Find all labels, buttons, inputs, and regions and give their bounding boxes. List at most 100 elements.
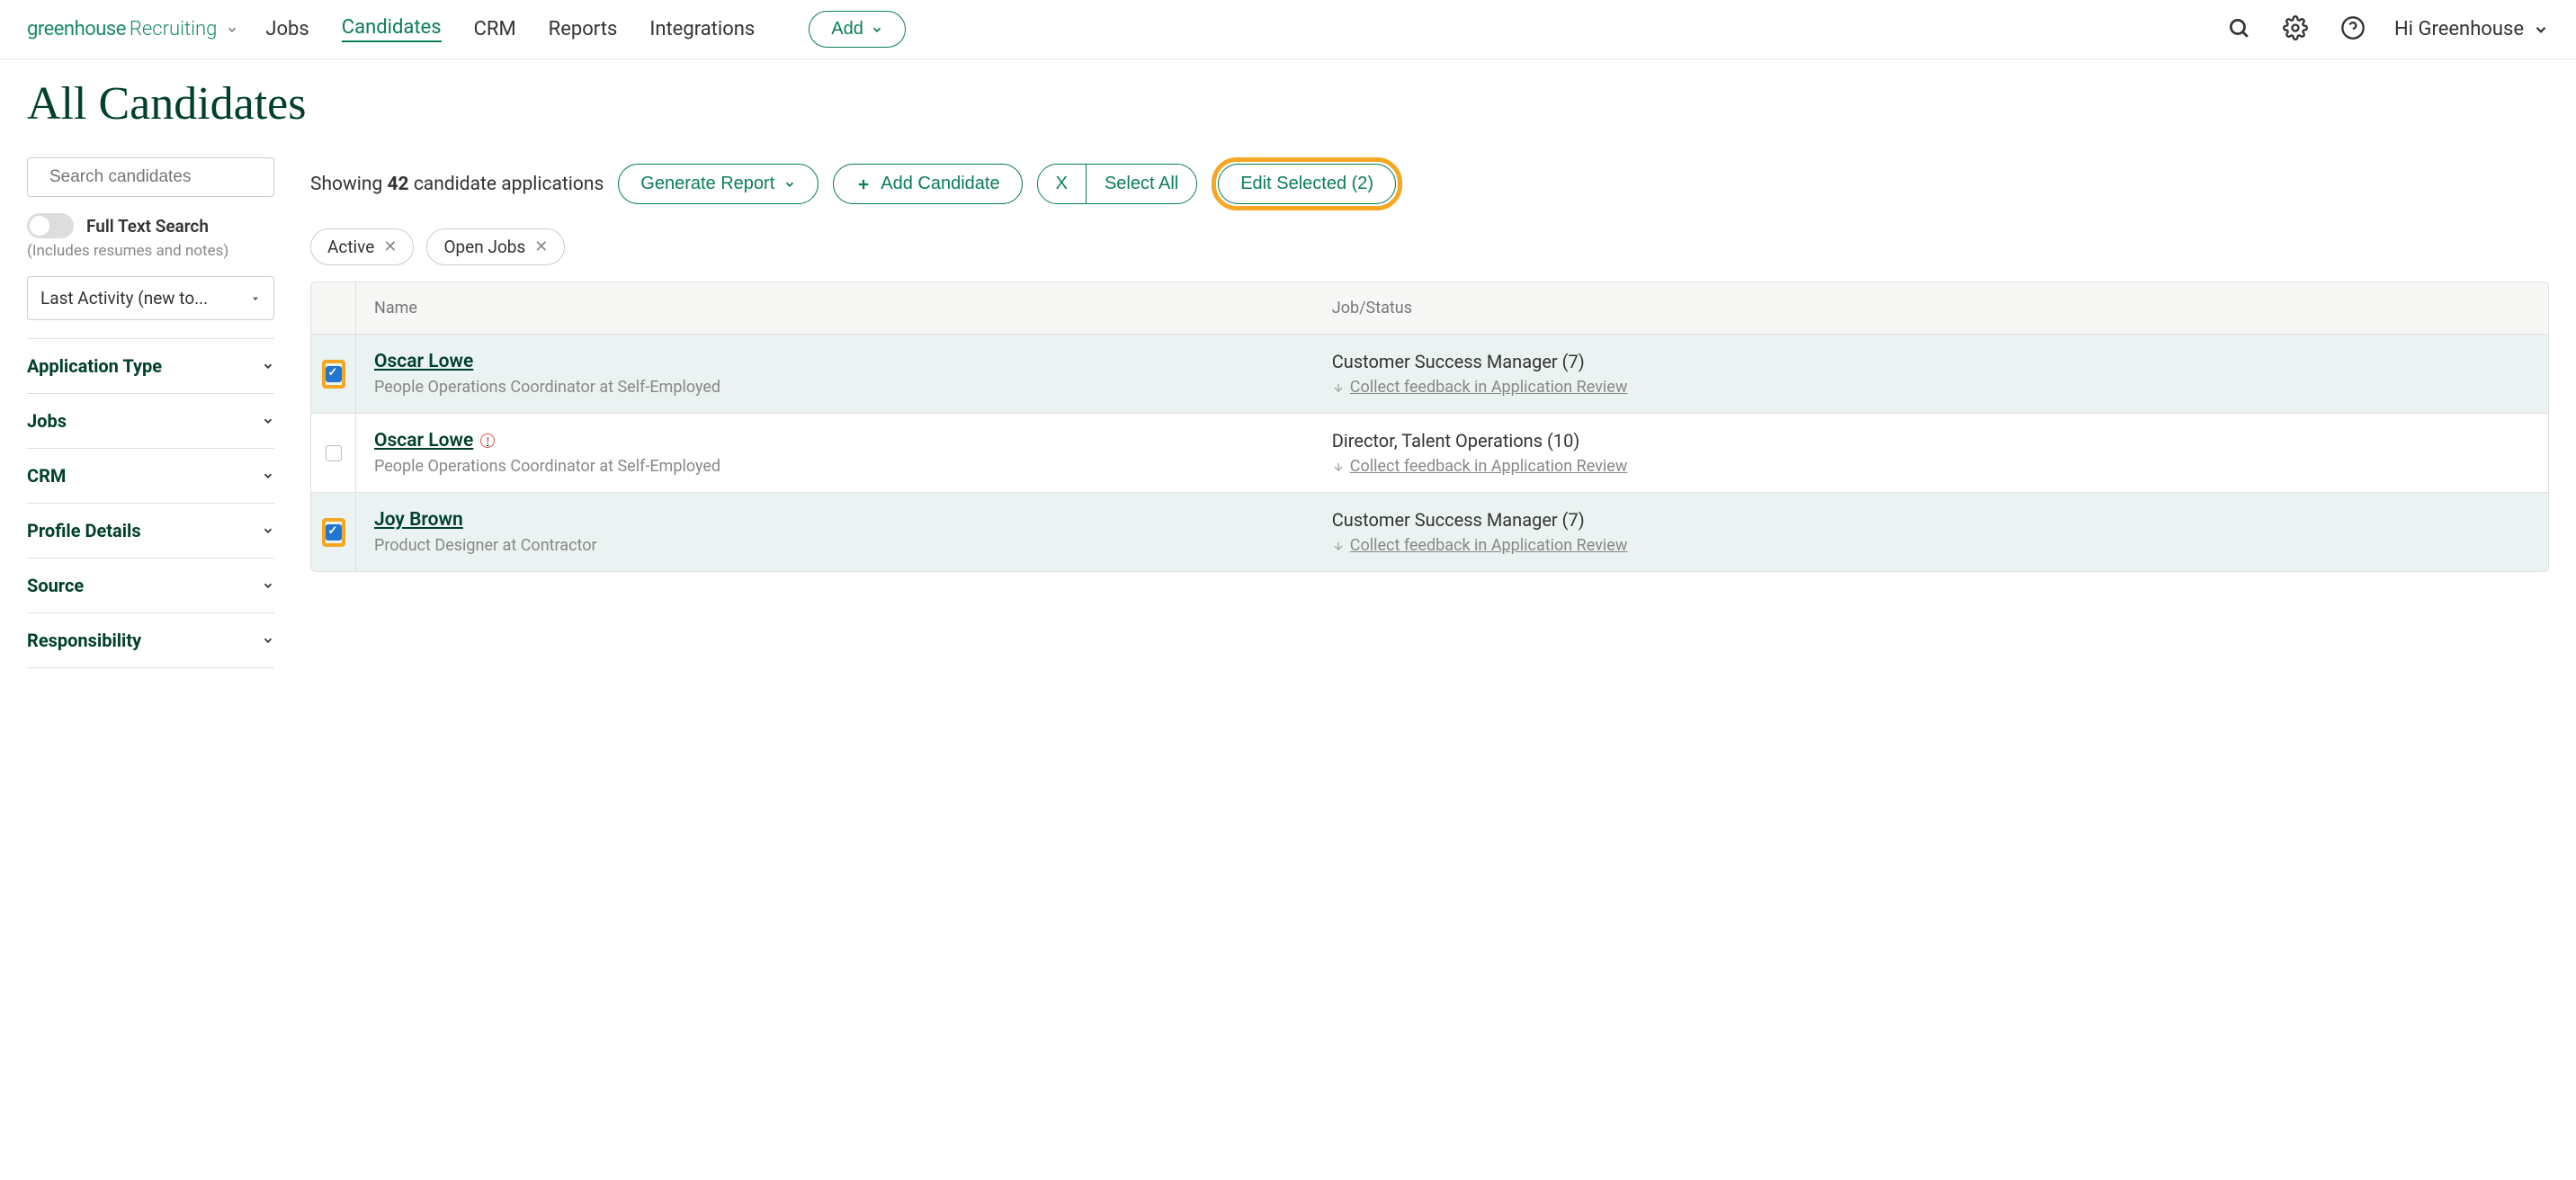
filter-label: CRM [27,465,66,487]
showing-suffix: candidate applications [409,174,604,195]
chip-active[interactable]: Active ✕ [310,228,414,265]
nav-reports[interactable]: Reports [549,18,618,40]
full-text-toggle[interactable] [27,213,74,238]
job-status: Collect feedback in Application Review [1332,378,2530,397]
close-icon[interactable]: ✕ [534,237,548,256]
job-status: Collect feedback in Application Review [1332,536,2530,555]
chip-open-jobs[interactable]: Open Jobs ✕ [426,228,565,265]
filter-profile-details[interactable]: Profile Details [27,503,274,558]
edit-selected-label: Edit Selected (2) [1240,174,1373,194]
showing-prefix: Showing [310,174,388,195]
arrow-down-icon [1332,460,1345,473]
search-input[interactable] [49,167,270,187]
name-cell: Oscar Lowe People Operations Coordinator… [356,335,1314,413]
filter-crm[interactable]: CRM [27,448,274,503]
candidate-name-link[interactable]: Oscar Lowe [374,351,473,372]
checkbox-wrap [326,439,342,468]
logo-main: greenhouse [27,18,126,40]
status-link[interactable]: Collect feedback in Application Review [1350,457,1628,476]
add-button[interactable]: Add [809,11,906,48]
chip-label: Open Jobs [443,237,525,257]
showing-count: Showing 42 candidate applications [310,174,604,195]
filter-jobs[interactable]: Jobs [27,393,274,448]
job-cell: Customer Success Manager (7) Collect fee… [1314,335,2548,413]
main-content: Showing 42 candidate applications Genera… [310,157,2549,668]
chevron-down-icon [226,23,238,36]
job-cell: Director, Talent Operations (10) Collect… [1314,414,2548,492]
job-title: Customer Success Manager (7) [1332,351,2530,372]
job-cell: Customer Success Manager (7) Collect fee… [1314,493,2548,571]
chip-label: Active [327,237,374,257]
table-row: Oscar Lowe People Operations Coordinator… [311,335,2548,414]
row-checkbox[interactable] [326,524,342,541]
job-title: Director, Talent Operations (10) [1332,430,2530,451]
edit-selected-highlight: Edit Selected (2) [1212,157,1402,210]
header-checkbox-col [311,282,356,334]
filter-label: Application Type [27,355,162,377]
add-button-label: Add [831,19,863,40]
top-nav: Jobs Candidates CRM Reports Integrations [265,16,755,42]
candidate-name-link[interactable]: Joy Brown [374,509,463,531]
sort-select[interactable]: Last Activity (new to... [27,276,274,320]
row-checkbox[interactable] [326,366,342,382]
warning-icon: ! [480,434,495,448]
nav-candidates[interactable]: Candidates [342,16,442,42]
row-checkbox-cell [311,493,356,571]
full-text-hint: (Includes resumes and notes) [27,242,274,260]
chevron-down-icon [2533,22,2549,38]
nav-jobs[interactable]: Jobs [265,18,309,40]
sidebar: Full Text Search (Includes resumes and n… [27,157,274,668]
search-candidates-box[interactable] [27,157,274,197]
count: 42 [388,174,409,195]
candidate-name-link[interactable]: Oscar Lowe! [374,430,495,451]
job-title: Customer Success Manager (7) [1332,509,2530,531]
search-icon [2227,16,2250,40]
filter-application-type[interactable]: Application Type [27,338,274,393]
header-name: Name [356,282,1314,334]
chevron-down-icon [262,415,274,427]
filter-source[interactable]: Source [27,558,274,612]
close-icon[interactable]: ✕ [383,237,397,256]
checkbox-wrap [322,518,345,547]
generate-report-label: Generate Report [640,174,774,194]
add-candidate-label: Add Candidate [881,174,999,194]
row-checkbox-cell [311,335,356,413]
table-row: Joy Brown Product Designer at Contractor… [311,493,2548,571]
row-checkbox[interactable] [326,445,342,461]
candidate-subtitle: People Operations Coordinator at Self-Em… [374,378,1296,397]
logo-sub: Recruiting [130,18,217,40]
chevron-down-icon [262,360,274,372]
arrow-down-icon [1332,540,1345,552]
select-all-button[interactable]: Select All [1087,165,1196,203]
search-icon-button[interactable] [2223,13,2254,46]
header-right: Hi Greenhouse [2223,12,2549,47]
generate-report-button[interactable]: Generate Report [618,164,818,204]
job-status: Collect feedback in Application Review [1332,457,2530,476]
checkbox-wrap [322,360,345,389]
arrow-down-icon [1332,381,1345,394]
page-title: All Candidates [0,59,2576,157]
caret-down-icon [250,293,261,304]
candidate-subtitle: People Operations Coordinator at Self-Em… [374,457,1296,476]
filter-responsibility[interactable]: Responsibility [27,612,274,668]
filter-label: Profile Details [27,520,141,541]
logo[interactable]: greenhouse Recruiting [27,18,238,40]
plus-icon [855,176,872,192]
nav-crm[interactable]: CRM [474,18,516,40]
nav-integrations[interactable]: Integrations [649,18,755,40]
status-link[interactable]: Collect feedback in Application Review [1350,378,1628,397]
settings-button[interactable] [2279,12,2312,47]
select-group: X Select All [1037,164,1198,204]
status-link[interactable]: Collect feedback in Application Review [1350,536,1628,555]
help-button[interactable] [2337,12,2369,47]
edit-selected-button[interactable]: Edit Selected (2) [1218,164,1396,204]
name-cell: Joy Brown Product Designer at Contractor [356,493,1314,571]
full-text-label: Full Text Search [86,216,209,237]
filter-label: Jobs [27,410,67,432]
add-candidate-button[interactable]: Add Candidate [833,164,1022,204]
user-greeting[interactable]: Hi Greenhouse [2394,18,2549,40]
filter-label: Source [27,575,84,596]
clear-selection-button[interactable]: X [1038,165,1087,203]
chevron-down-icon [871,23,883,36]
name-cell: Oscar Lowe! People Operations Coordinato… [356,414,1314,492]
